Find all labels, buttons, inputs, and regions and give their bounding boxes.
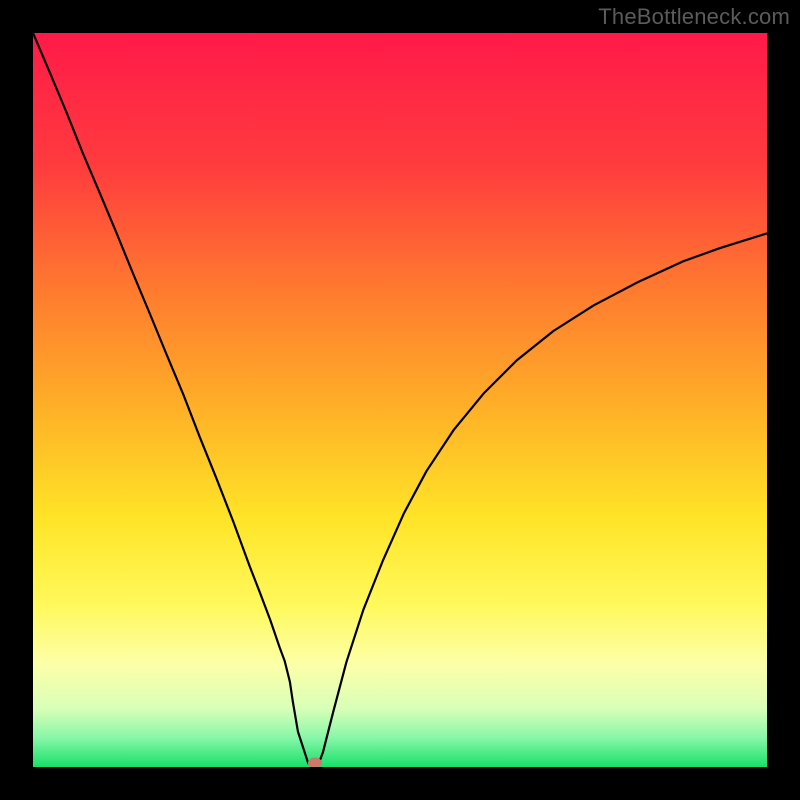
plot-area [33, 33, 767, 767]
optimal-point-marker [308, 758, 322, 767]
chart-frame: TheBottleneck.com [0, 0, 800, 800]
watermark-text: TheBottleneck.com [598, 4, 790, 30]
bottleneck-curve [33, 33, 767, 767]
